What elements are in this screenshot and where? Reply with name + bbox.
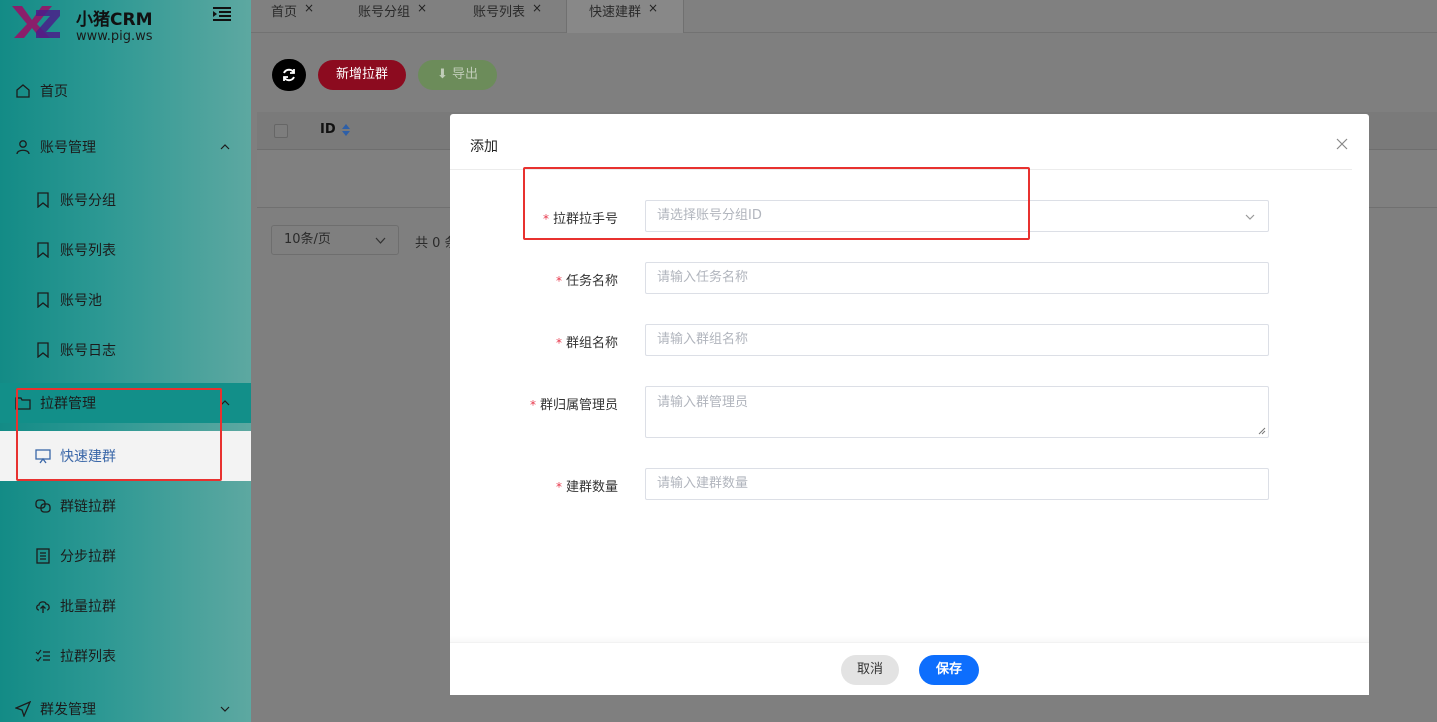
chevron-up-icon [220, 144, 230, 150]
export-button[interactable]: ⬇ 导出 [418, 60, 497, 90]
sidebar-item-label: 拉群管理 [40, 396, 96, 412]
sidebar-item-label: 账号分组 [60, 193, 116, 209]
tab-label: 首页 [271, 5, 298, 20]
form-label: * 群归属管理员 [529, 398, 618, 413]
bookmark-icon [37, 292, 49, 308]
task-name-input[interactable]: 请输入任务名称 [645, 262, 1269, 294]
dialog-footer: 取消 保存 [450, 642, 1369, 695]
tab-label: 账号列表 [473, 5, 526, 20]
form-label: * 群组名称 [555, 336, 618, 351]
sidebar-item-label: 批量拉群 [60, 599, 116, 615]
sidebar-item-label: 群发管理 [40, 702, 96, 718]
tab-label: 账号分组 [358, 5, 411, 20]
sidebar-item-group-list[interactable]: 拉群列表 [0, 636, 251, 676]
close-icon[interactable]: × [532, 1, 542, 15]
sidebar-item-label: 账号池 [60, 293, 102, 309]
required-mark: * [555, 336, 562, 350]
dialog-divider [450, 169, 1352, 170]
brand-title: 小猪CRM [76, 10, 153, 30]
resize-grip-icon[interactable] [1258, 427, 1266, 435]
form-label: * 拉群拉手号 [542, 212, 618, 227]
page-size-select[interactable]: 10条/页 [271, 225, 399, 255]
sidebar-item-label: 拉群列表 [60, 649, 116, 665]
chevron-down-icon [1245, 214, 1255, 220]
form-label: * 建群数量 [555, 480, 618, 495]
sidebar-item-label: 账号管理 [40, 140, 96, 156]
group-name-input[interactable]: 请输入群组名称 [645, 324, 1269, 356]
download-icon: ⬇ [436, 67, 452, 82]
export-label: 导出 [452, 67, 479, 82]
refresh-button[interactable] [272, 59, 306, 91]
close-icon[interactable]: × [417, 1, 427, 15]
required-mark: * [542, 212, 549, 226]
chevron-up-icon [220, 400, 230, 406]
refresh-icon [283, 68, 295, 82]
app-window: 小猪CRM www.pig.ws 首页 账号管理 账号分组 账号列表 账号池 账… [0, 0, 1437, 722]
chevron-down-icon [220, 706, 230, 712]
bookmark-icon [37, 192, 49, 208]
select-all-checkbox[interactable] [274, 124, 288, 138]
sidebar-item-label: 快速建群 [60, 449, 116, 465]
brand-url: www.pig.ws [76, 29, 153, 44]
brand-logo-icon [12, 6, 60, 38]
column-header-id[interactable]: ID [320, 122, 336, 137]
menu-collapse-icon[interactable] [212, 6, 232, 22]
sidebar-item-quick-group[interactable]: 快速建群 [0, 431, 251, 481]
required-mark: * [555, 480, 562, 494]
select-placeholder: 请选择账号分组ID [657, 208, 762, 223]
sidebar-item-batch-group[interactable]: 批量拉群 [0, 586, 251, 626]
sidebar-item-account-list[interactable]: 账号列表 [0, 230, 251, 270]
sidebar-item-label: 群链拉群 [60, 499, 116, 515]
page-size-value: 10条/页 [284, 232, 331, 247]
sidebar-item-link-group[interactable]: 群链拉群 [0, 486, 251, 526]
sidebar-item-label: 账号日志 [60, 343, 116, 359]
home-icon [16, 84, 30, 98]
sidebar-item-account-group[interactable]: 账号分组 [0, 180, 251, 220]
cloud-upload-icon [36, 601, 50, 613]
document-list-icon [36, 548, 50, 564]
sidebar-item-home[interactable]: 首页 [0, 71, 251, 111]
sidebar-item-account-log[interactable]: 账号日志 [0, 330, 251, 370]
chevron-down-icon [375, 237, 386, 244]
sidebar-item-label: 首页 [40, 84, 68, 100]
sidebar-item-label: 账号列表 [60, 243, 116, 259]
presentation-icon [35, 449, 51, 464]
save-button[interactable]: 保存 [919, 655, 979, 685]
close-icon[interactable] [1336, 138, 1348, 150]
sidebar-item-account-pool[interactable]: 账号池 [0, 280, 251, 320]
dialog-title: 添加 [470, 139, 498, 155]
sidebar-item-step-group[interactable]: 分步拉群 [0, 536, 251, 576]
required-mark: * [529, 398, 536, 412]
link-chat-icon [35, 499, 51, 513]
sidebar: 小猪CRM www.pig.ws 首页 账号管理 账号分组 账号列表 账号池 账… [0, 0, 251, 722]
puller-account-select[interactable]: 请选择账号分组ID [645, 200, 1269, 232]
tab-quick-group[interactable]: 快速建群 × [566, 0, 684, 33]
group-count-input[interactable]: 请输入建群数量 [645, 468, 1269, 500]
cancel-button[interactable]: 取消 [841, 655, 899, 685]
tab-account-group[interactable]: 账号分组 × [358, 0, 427, 33]
close-icon[interactable]: × [648, 1, 658, 15]
sort-icon[interactable] [341, 123, 351, 137]
sidebar-item-account-management[interactable]: 账号管理 [0, 127, 251, 167]
close-icon[interactable]: × [304, 1, 314, 15]
checklist-icon [35, 649, 50, 662]
sidebar-item-label: 分步拉群 [60, 549, 116, 565]
tab-home[interactable]: 首页 × [271, 0, 314, 33]
tab-bar: 首页 × 账号分组 × 账号列表 × 快速建群 × [251, 0, 1437, 33]
send-icon [15, 701, 31, 717]
add-dialog: 添加 * 拉群拉手号 请选择账号分组ID * 任务名称 请输入任务名称 * 群组名称 … [450, 114, 1369, 695]
folder-icon [15, 397, 31, 410]
add-group-button[interactable]: 新增拉群 [318, 60, 406, 90]
group-admin-textarea[interactable]: 请输入群管理员 [645, 386, 1269, 438]
user-icon [16, 140, 30, 155]
bookmark-icon [37, 342, 49, 358]
tab-label: 快速建群 [589, 5, 642, 20]
form-label: * 任务名称 [555, 274, 618, 289]
tab-account-list[interactable]: 账号列表 × [473, 0, 542, 33]
bookmark-icon [37, 242, 49, 258]
sidebar-item-group-management[interactable]: 拉群管理 [0, 383, 251, 423]
textarea-placeholder: 请输入群管理员 [657, 395, 749, 410]
required-mark: * [555, 274, 562, 288]
sidebar-item-broadcast-management[interactable]: 群发管理 [0, 689, 251, 722]
